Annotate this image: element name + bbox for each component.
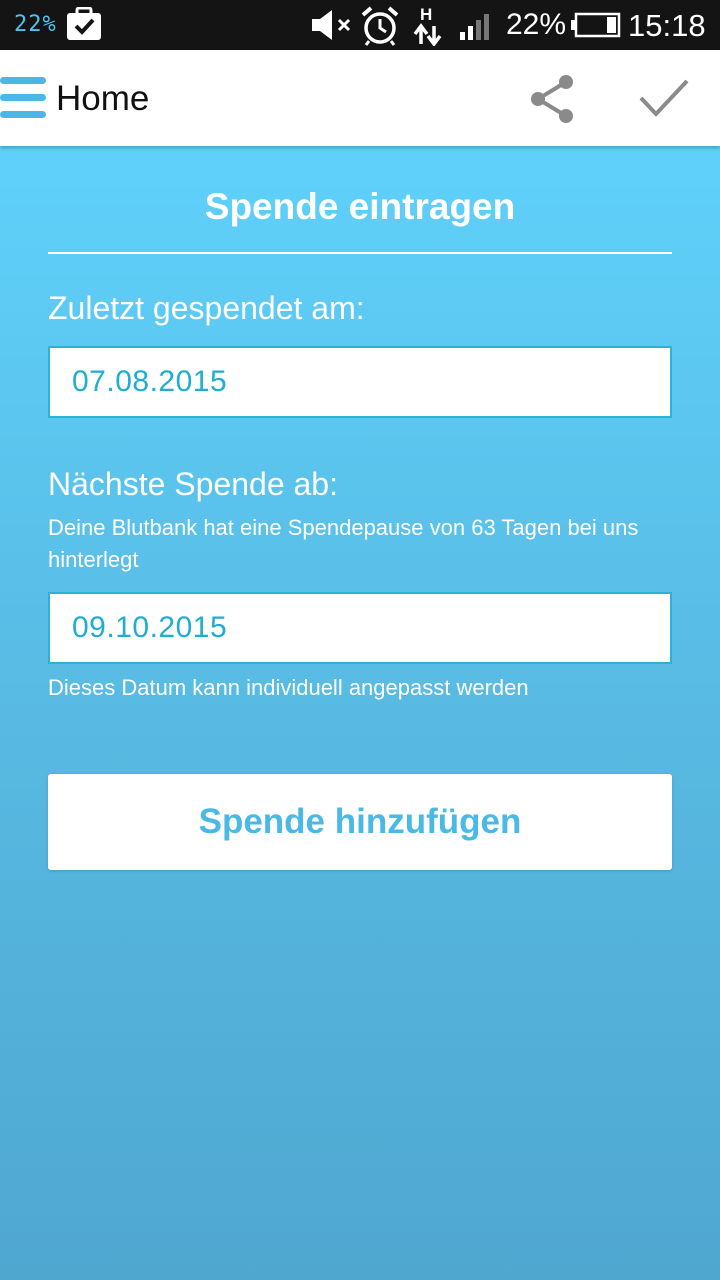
next-donation-note: Dieses Datum kann individuell angepasst … bbox=[48, 675, 529, 700]
clock: 15:18 bbox=[628, 8, 706, 43]
signal-icon bbox=[458, 10, 496, 45]
battery-widget-text: 22% bbox=[14, 12, 57, 37]
add-donation-button[interactable]: Spende hinzufügen bbox=[48, 774, 672, 870]
menu-icon[interactable] bbox=[0, 77, 46, 119]
app-bar: Home bbox=[0, 50, 720, 146]
status-bar: 22% H 22% 15:18 bbox=[0, 0, 720, 50]
mute-icon bbox=[310, 9, 354, 46]
form-title: Spende eintragen bbox=[204, 186, 516, 227]
app-title: Home bbox=[56, 79, 150, 118]
title-divider bbox=[48, 252, 672, 254]
last-donation-date-value: 07.08.2015 bbox=[72, 365, 228, 398]
battery-percent: 22% bbox=[506, 8, 567, 41]
next-donation-hint: Deine Blutbank hat eine Spendepause von … bbox=[48, 515, 639, 572]
last-donation-date-field[interactable]: 07.08.2015 bbox=[48, 346, 672, 418]
next-donation-label: Nächste Spende ab: bbox=[48, 466, 338, 502]
data-indicator-label: H bbox=[420, 5, 432, 24]
add-donation-button-label: Spende hinzufügen bbox=[198, 802, 522, 841]
share-icon[interactable] bbox=[528, 74, 576, 129]
last-donation-label: Zuletzt gespendet am: bbox=[48, 290, 365, 326]
alarm-icon bbox=[360, 6, 400, 51]
checkmark-icon[interactable] bbox=[638, 78, 690, 123]
battery-icon bbox=[571, 12, 621, 43]
data-transfer-icon: H bbox=[412, 4, 444, 51]
clipboard-check-icon bbox=[66, 6, 102, 46]
donation-form: Spende eintragen Zuletzt gespendet am: 0… bbox=[0, 146, 720, 1280]
next-donation-date-value: 09.10.2015 bbox=[72, 611, 228, 644]
next-donation-date-field[interactable]: 09.10.2015 bbox=[48, 592, 672, 664]
